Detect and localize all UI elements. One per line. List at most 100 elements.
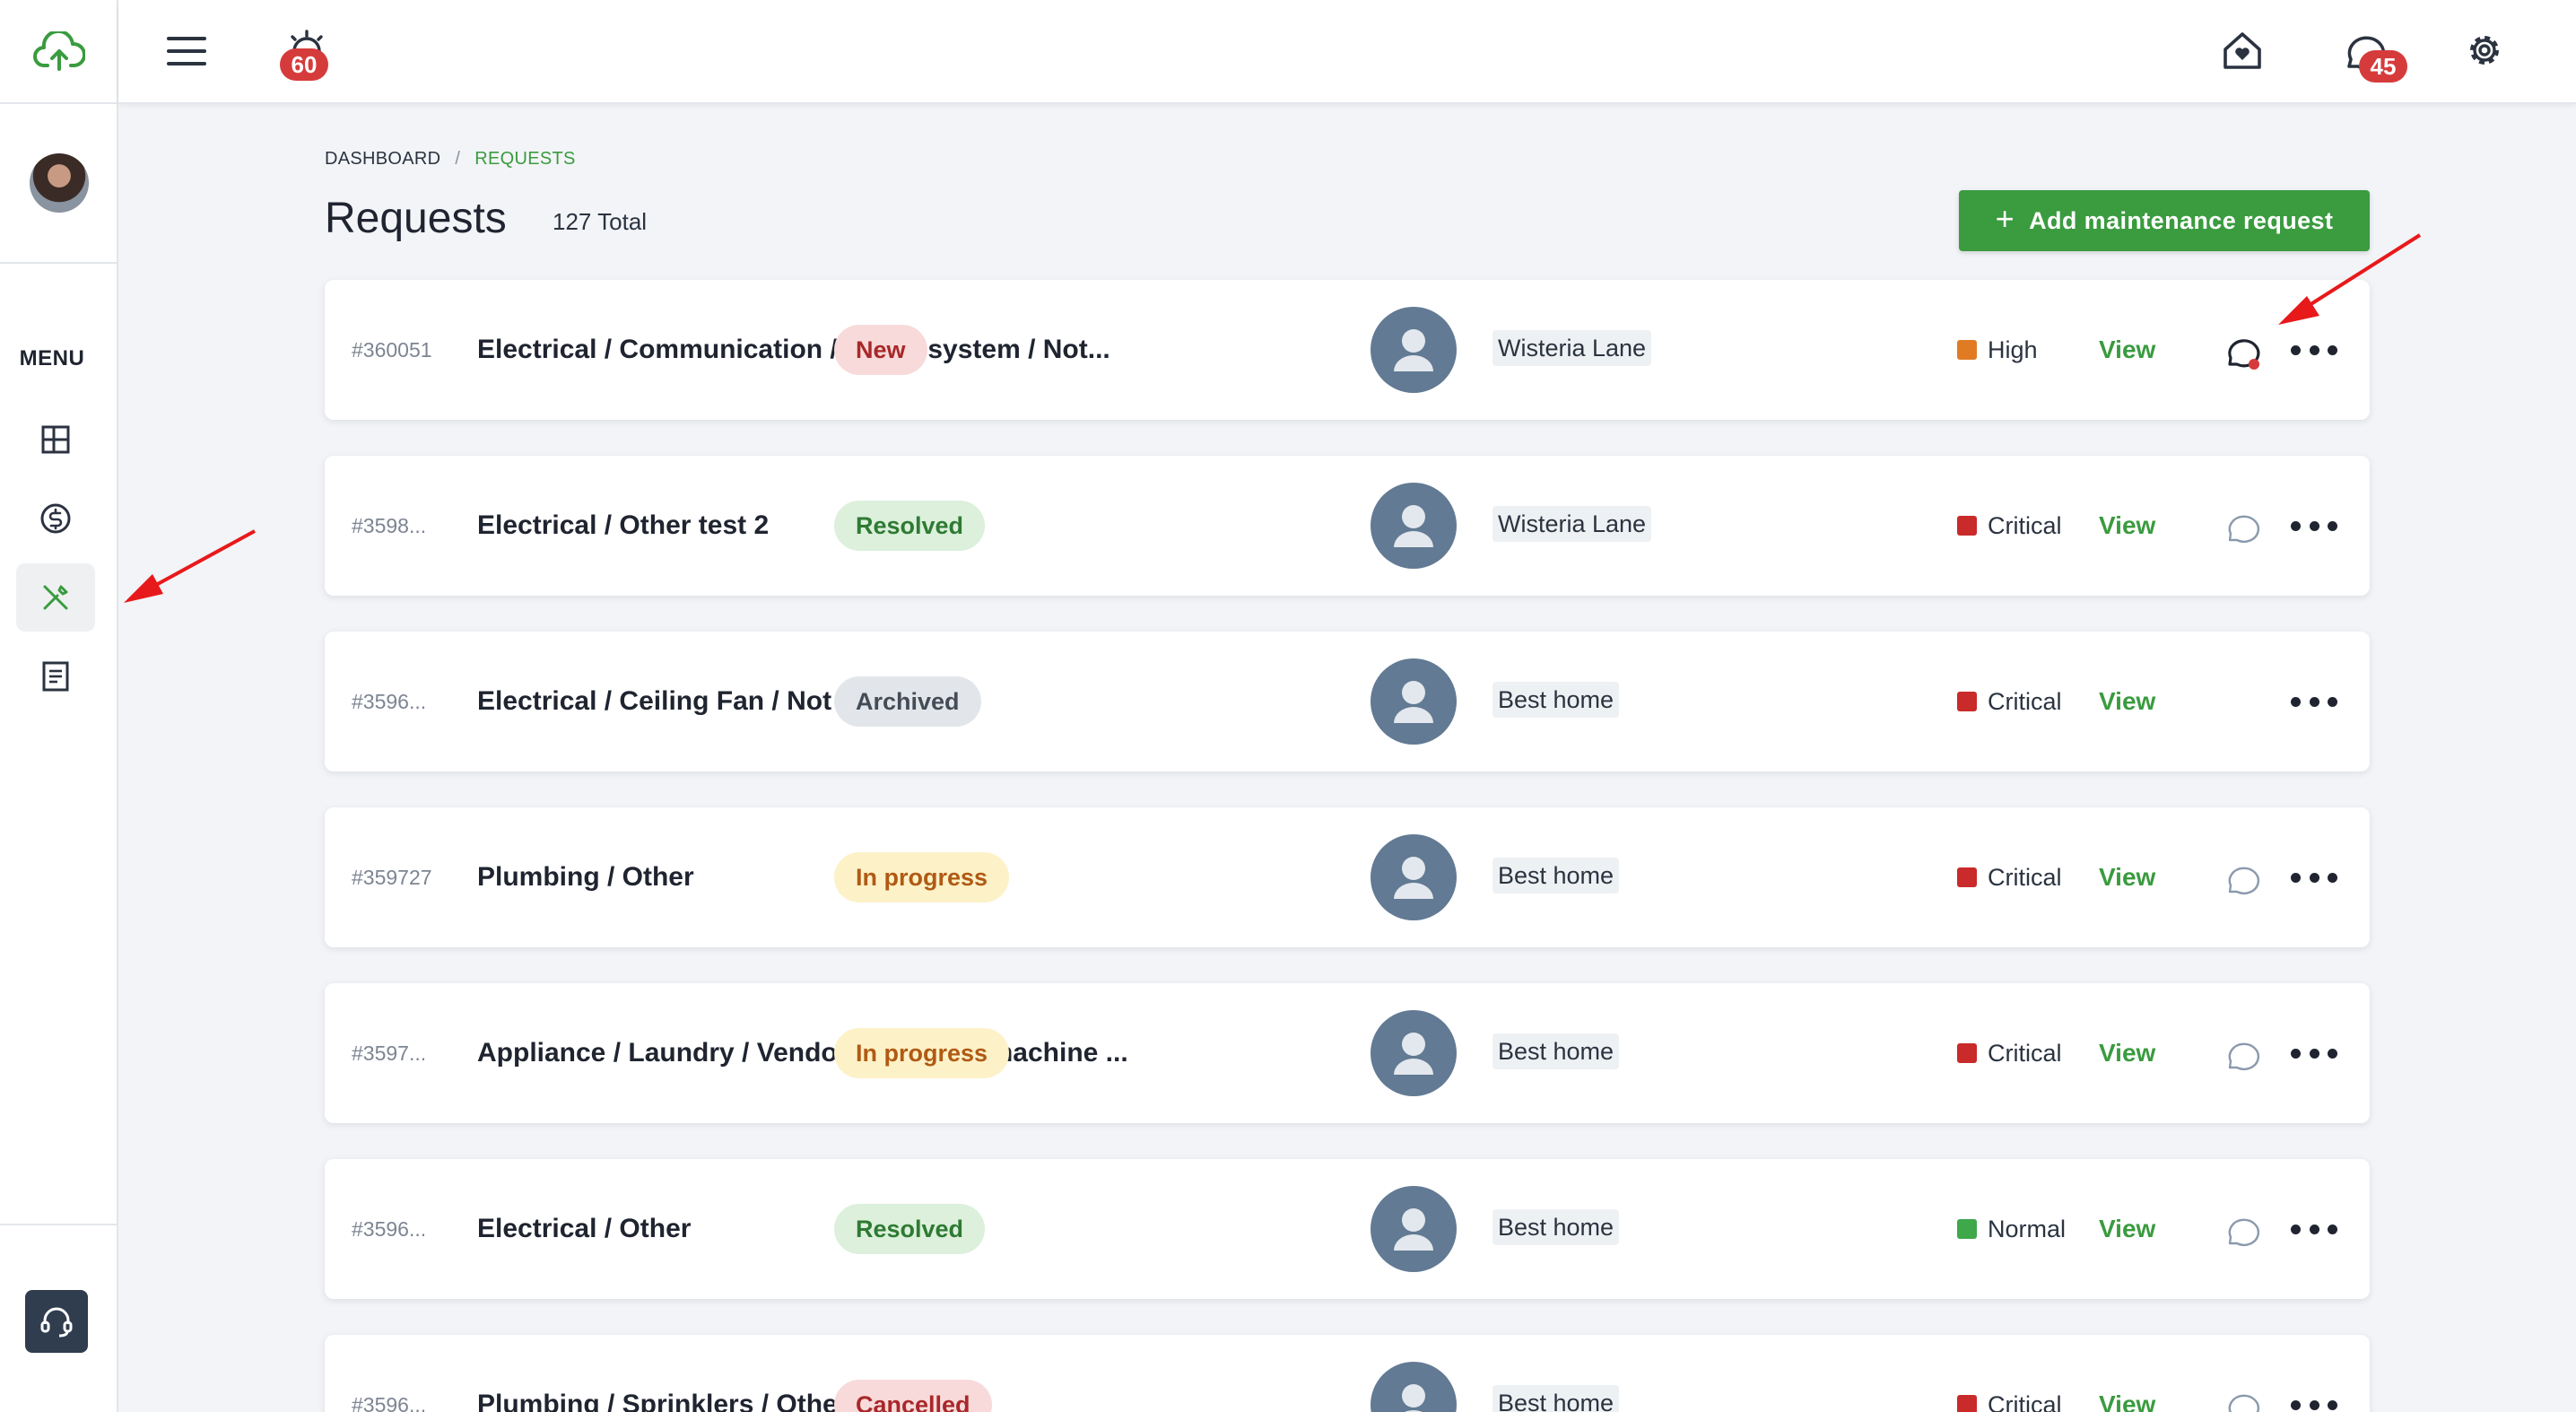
assignee-avatar	[1371, 834, 1457, 920]
request-id: #3597...	[352, 1041, 427, 1065]
user-placeholder-icon	[1394, 1208, 1433, 1251]
priority-color-swatch	[1957, 516, 1977, 536]
request-title[interactable]: Electrical / Other test 2	[477, 456, 769, 596]
more-options-button[interactable]	[2291, 332, 2337, 368]
priority: High	[1957, 280, 2038, 420]
home-button[interactable]	[2217, 25, 2267, 75]
more-dot	[2328, 344, 2337, 355]
chat-icon[interactable]	[2223, 1387, 2262, 1412]
view-link[interactable]: View	[2099, 280, 2155, 420]
more-dot	[2309, 520, 2319, 531]
request-row[interactable]: #359727 Plumbing / Other In progress Bes…	[325, 807, 2370, 947]
chat-icon[interactable]	[2223, 1211, 2262, 1251]
more-options-button[interactable]	[2291, 859, 2337, 895]
status-badge: Resolved	[834, 501, 986, 551]
more-dot	[2291, 344, 2301, 355]
request-title[interactable]: Electrical / Other	[477, 1159, 691, 1299]
priority-color-swatch	[1957, 692, 1977, 711]
property-name: Best home	[1493, 1385, 1620, 1412]
request-row[interactable]: #360051 Electrical / Communication / Ala…	[325, 280, 2370, 420]
request-title[interactable]: Plumbing / Sprinklers / Other	[477, 1335, 848, 1412]
hamburger-icon	[167, 37, 206, 65]
view-link[interactable]: View	[2099, 1335, 2155, 1412]
chat-icon[interactable]	[2223, 1035, 2262, 1075]
chat-unread-icon[interactable]	[2223, 332, 2262, 371]
status-badge: Resolved	[834, 1204, 986, 1254]
request-id: #359727	[352, 865, 432, 889]
priority-color-swatch	[1957, 1395, 1977, 1412]
more-options-button[interactable]	[2291, 1211, 2337, 1247]
messages-button[interactable]: 45	[2337, 25, 2407, 83]
priority: Critical	[1957, 456, 2062, 596]
view-link[interactable]: View	[2099, 456, 2155, 596]
more-dot	[2291, 696, 2301, 707]
gear-icon	[2470, 36, 2499, 65]
priority-label: Critical	[1988, 1039, 2062, 1067]
support-button[interactable]	[25, 1290, 88, 1353]
more-options-button[interactable]	[2291, 1035, 2337, 1071]
breadcrumb-dashboard[interactable]: DASHBOARD	[325, 149, 440, 170]
request-row[interactable]: #3596... Plumbing / Sprinklers / Other C…	[325, 1335, 2370, 1412]
user-placeholder-icon	[1402, 1384, 1425, 1412]
user-avatar[interactable]	[30, 153, 89, 213]
settings-button[interactable]	[2461, 27, 2508, 74]
user-placeholder-icon	[1394, 857, 1433, 899]
request-row[interactable]: #3597... Appliance / Laundry / Vendor / …	[325, 983, 2370, 1123]
priority-label: Critical	[1988, 863, 2062, 891]
dollar-circle-icon	[40, 503, 71, 534]
request-title[interactable]: Electrical / Communication / Alarm syste…	[477, 280, 1110, 420]
more-dot	[2291, 1048, 2301, 1059]
request-id: #3596...	[352, 689, 427, 713]
tools-icon	[43, 585, 68, 610]
view-link[interactable]: View	[2099, 807, 2155, 947]
view-link[interactable]: View	[2099, 983, 2155, 1123]
view-link[interactable]: View	[2099, 1159, 2155, 1299]
priority: Critical	[1957, 983, 2062, 1123]
request-row[interactable]: #3598... Electrical / Other test 2 Resol…	[325, 456, 2370, 596]
alarm-count-badge: 60	[280, 48, 328, 81]
document-icon	[42, 661, 69, 692]
total-count: 127 Total	[553, 208, 648, 235]
dashboard-icon	[41, 425, 70, 454]
more-dot	[2309, 1224, 2319, 1234]
view-link[interactable]: View	[2099, 632, 2155, 771]
request-id: #3598...	[352, 513, 427, 537]
assignee-avatar	[1371, 307, 1457, 393]
logo[interactable]	[0, 0, 118, 104]
more-options-button[interactable]	[2291, 508, 2337, 544]
more-dot	[2309, 1399, 2319, 1410]
menu-item-payments[interactable]	[16, 484, 95, 553]
more-options-button[interactable]	[2291, 1387, 2337, 1412]
property-name: Best home	[1493, 1209, 1620, 1245]
more-dot	[2291, 1224, 2301, 1234]
property-name: Best home	[1493, 1033, 1620, 1069]
menu-toggle-button[interactable]	[163, 31, 210, 72]
priority-label: High	[1988, 336, 2038, 363]
request-title[interactable]: Plumbing / Other	[477, 807, 694, 947]
more-dot	[2291, 1399, 2301, 1410]
request-row[interactable]: #3596... Electrical / Ceiling Fan / Not …	[325, 632, 2370, 771]
chat-icon[interactable]	[2223, 859, 2262, 899]
assignee-avatar	[1371, 1010, 1457, 1096]
request-id: #360051	[352, 337, 432, 362]
request-row[interactable]: #3596... Electrical / Other Resolved Bes…	[325, 1159, 2370, 1299]
assignee-avatar	[1371, 483, 1457, 569]
request-title[interactable]: Appliance / Laundry / Vendor / Washing m…	[477, 983, 1128, 1123]
status-badge: In progress	[834, 852, 1010, 902]
more-options-button[interactable]	[2291, 684, 2337, 719]
menu-item-dashboard[interactable]	[16, 405, 95, 474]
sidebar-footer	[0, 1224, 118, 1412]
assignee-avatar	[1371, 1362, 1457, 1412]
menu-item-documents[interactable]	[16, 642, 95, 710]
request-id: #3596...	[352, 1216, 427, 1241]
assignee-avatar	[1371, 658, 1457, 745]
alarm-notifications-button[interactable]: 60	[280, 23, 334, 81]
more-dot	[2309, 1048, 2319, 1059]
more-dot	[2309, 872, 2319, 883]
annotation-arrow-chat	[2278, 233, 2422, 325]
priority-label: Critical	[1988, 1390, 2062, 1412]
user-placeholder-icon	[1394, 1033, 1433, 1075]
chat-icon[interactable]	[2223, 508, 2262, 547]
menu-item-maintenance[interactable]	[16, 563, 95, 632]
more-dot	[2328, 1399, 2337, 1410]
